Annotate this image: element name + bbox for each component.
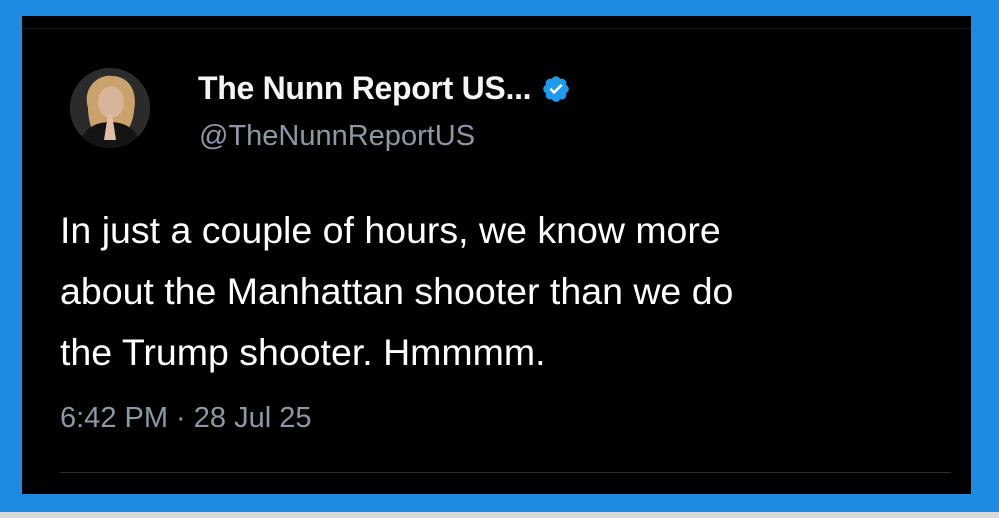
tweet-text-line: about the Manhattan shooter than we do — [60, 270, 734, 312]
display-name[interactable]: The Nunn Report US... — [198, 70, 532, 107]
user-handle[interactable]: @TheNunnReportUS — [199, 120, 475, 153]
name-row: The Nunn Report US... — [198, 70, 571, 107]
tweet-text-line: In just a couple of hours, we know more — [60, 209, 721, 251]
tweet-text: In just a couple of hours, we know more … — [60, 200, 960, 383]
avatar-photo — [70, 68, 150, 148]
tweet-text-line: the Trump shooter. Hmmmm. — [60, 331, 546, 373]
verified-badge-icon — [541, 74, 571, 104]
bottom-edge — [0, 512, 999, 518]
bottom-divider — [60, 472, 951, 473]
tweet-card: The Nunn Report US... @TheNunnReportUS I… — [22, 16, 971, 494]
avatar[interactable] — [70, 68, 150, 148]
top-divider — [22, 28, 971, 29]
tweet-timestamp[interactable]: 6:42 PM · 28 Jul 25 — [60, 402, 311, 435]
